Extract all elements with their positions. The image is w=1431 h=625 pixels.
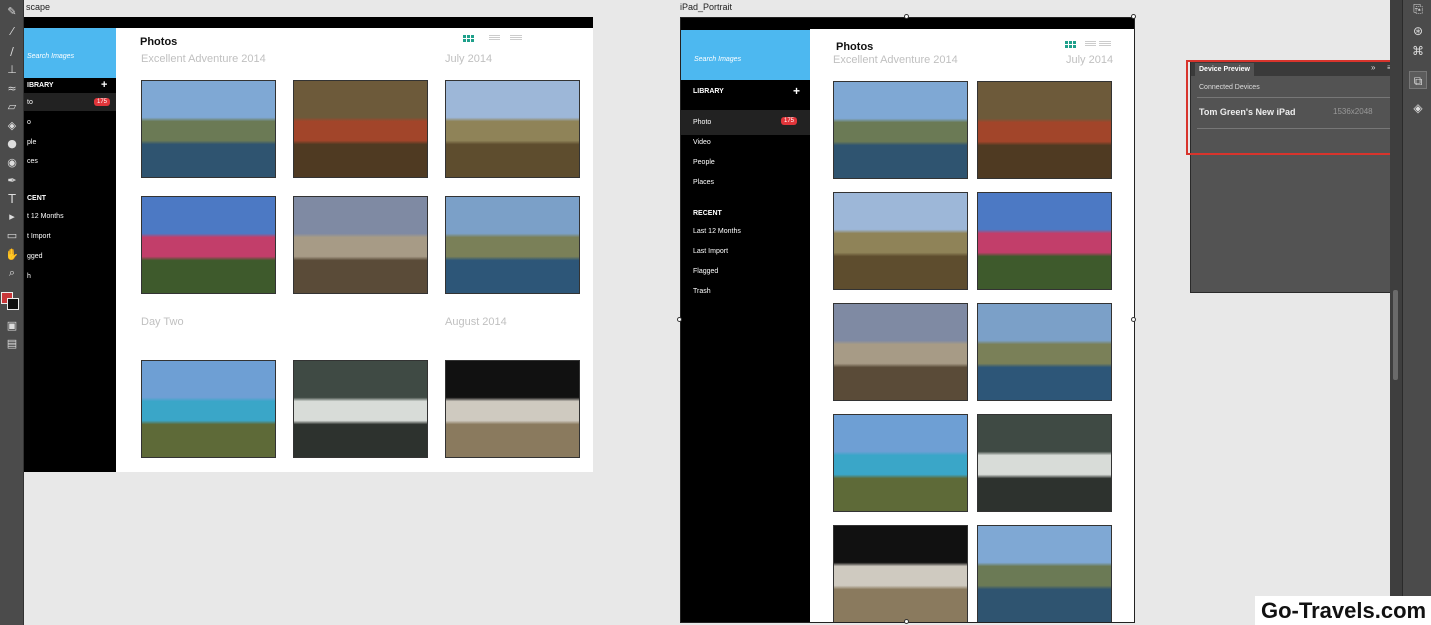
list-view-icon[interactable] bbox=[489, 35, 500, 40]
section-title-day-two: Day Two bbox=[141, 316, 184, 328]
photo-thumbnail[interactable] bbox=[445, 80, 580, 178]
photo-thumbnail[interactable] bbox=[445, 196, 580, 294]
list-view-icon[interactable] bbox=[1085, 41, 1096, 46]
photo-thumbnail[interactable] bbox=[833, 525, 968, 622]
photo-count-badge: 175 bbox=[781, 117, 798, 125]
screen-mode-icon[interactable]: ▤ bbox=[3, 336, 21, 352]
library-heading: IBRARY bbox=[27, 82, 54, 89]
stamp-tool-icon[interactable]: ⊥ bbox=[3, 62, 21, 78]
adjustments-panel-icon[interactable]: ⊛ bbox=[1409, 22, 1427, 40]
sidebar-item-people[interactable]: ple bbox=[27, 139, 36, 146]
pencil-tool-icon[interactable]: ∕ bbox=[3, 44, 21, 60]
sidebar-item-flagged[interactable]: Flagged bbox=[693, 268, 718, 275]
photo-thumbnail[interactable] bbox=[293, 80, 428, 178]
rectangle-tool-icon[interactable]: ▭ bbox=[3, 228, 21, 244]
section-title-july: July 2014 bbox=[1066, 54, 1114, 66]
status-bar bbox=[681, 18, 1134, 29]
photo-thumbnail[interactable] bbox=[141, 196, 276, 294]
tools-panel: ✎ ⁄ ∕ ⊥ ≈ ▱ ◈ ● ◉ ✒ T ▸ ▭ ✋ ⌕ ▣ ▤ bbox=[0, 0, 24, 625]
sidebar-item-last-import[interactable]: t Import bbox=[27, 233, 51, 240]
page-title: Photos bbox=[836, 41, 874, 53]
photo-thumbnail[interactable] bbox=[445, 360, 580, 458]
photo-thumbnail[interactable] bbox=[977, 414, 1112, 512]
section-title-august: August 2014 bbox=[445, 316, 507, 328]
photo-thumbnail[interactable] bbox=[293, 196, 428, 294]
blur-tool-icon[interactable]: ● bbox=[3, 136, 21, 152]
photo-thumbnail[interactable] bbox=[977, 81, 1112, 179]
quick-mask-icon[interactable]: ▣ bbox=[3, 318, 21, 334]
section-title-adventure: Excellent Adventure 2014 bbox=[141, 53, 266, 65]
photo-thumbnail[interactable] bbox=[293, 360, 428, 458]
scrollbar-thumb[interactable] bbox=[1393, 290, 1398, 380]
detail-view-icon[interactable] bbox=[510, 35, 522, 40]
photo-thumbnail[interactable] bbox=[141, 360, 276, 458]
watermark: Go-Travels.com bbox=[1255, 596, 1431, 625]
dodge-tool-icon[interactable]: ◉ bbox=[3, 155, 21, 171]
paint-bucket-tool-icon[interactable]: ◈ bbox=[3, 118, 21, 134]
sidebar-item-photo[interactable]: to bbox=[27, 99, 33, 106]
landscape-artboard[interactable]: Search Images IBRARY + to 175 o ple ces … bbox=[24, 17, 593, 472]
type-tool-icon[interactable]: T bbox=[3, 191, 21, 207]
library-heading: LIBRARY bbox=[693, 88, 724, 95]
sidebar-item-video[interactable]: o bbox=[27, 119, 31, 126]
landscape-artboard-label: scape bbox=[26, 2, 51, 12]
sidebar-item-last-import[interactable]: Last Import bbox=[693, 248, 728, 255]
background-color-swatch[interactable] bbox=[7, 298, 19, 310]
recent-heading: RECENT bbox=[693, 210, 722, 217]
status-bar bbox=[24, 17, 593, 28]
path-selection-tool-icon[interactable]: ▸ bbox=[3, 209, 21, 225]
sidebar-item-video[interactable]: Video bbox=[693, 139, 711, 146]
layers-panel-icon[interactable]: ◈ bbox=[1409, 99, 1427, 117]
selection-handle[interactable] bbox=[1131, 14, 1136, 19]
selection-handle[interactable] bbox=[904, 619, 909, 624]
photo-thumbnail[interactable] bbox=[141, 80, 276, 178]
history-brush-tool-icon[interactable]: ≈ bbox=[3, 81, 21, 97]
sidebar-item-last-12-months[interactable]: Last 12 Months bbox=[693, 228, 741, 235]
pen-tool-icon[interactable]: ✒ bbox=[3, 173, 21, 189]
portrait-artboard-label: iPad_Portrait bbox=[680, 2, 733, 12]
grid-view-icon[interactable] bbox=[463, 35, 474, 42]
sidebar-item-trash[interactable]: Trash bbox=[693, 288, 711, 295]
sidebar-item-photo[interactable]: Photo bbox=[693, 119, 711, 126]
portrait-artboard[interactable]: Search Images LIBRARY + Photo 175 Video … bbox=[680, 17, 1135, 623]
recent-heading: CENT bbox=[27, 195, 47, 202]
sidebar-item-places[interactable]: ces bbox=[27, 158, 38, 165]
add-library-icon[interactable]: + bbox=[793, 84, 800, 98]
selection-handle[interactable] bbox=[904, 14, 909, 19]
device-preview-panel-icon[interactable]: ⧉ bbox=[1409, 71, 1427, 89]
sidebar-item-people[interactable]: People bbox=[693, 159, 715, 166]
add-library-icon[interactable]: + bbox=[101, 79, 107, 91]
eyedropper-tool-icon[interactable]: ✎ bbox=[3, 4, 21, 20]
info-panel-icon[interactable]: ⎘ bbox=[1409, 0, 1427, 18]
panel-scrollbar[interactable] bbox=[1390, 0, 1402, 625]
hand-tool-icon[interactable]: ✋ bbox=[3, 247, 21, 263]
photo-thumbnail[interactable] bbox=[833, 81, 968, 179]
photo-thumbnail[interactable] bbox=[833, 303, 968, 401]
sidebar-item-trash[interactable]: h bbox=[27, 273, 31, 280]
search-field[interactable]: Search Images bbox=[681, 30, 810, 80]
search-field[interactable]: Search Images bbox=[24, 28, 116, 78]
panel-icon-strip: ⎘ ⊛ ⌘ ⧉ ◈ bbox=[1402, 0, 1431, 625]
section-title-july: July 2014 bbox=[445, 53, 493, 65]
eraser-tool-icon[interactable]: ▱ bbox=[3, 99, 21, 115]
brush-tool-icon[interactable]: ⁄ bbox=[3, 24, 21, 40]
sidebar-item-places[interactable]: Places bbox=[693, 179, 714, 186]
selection-handle[interactable] bbox=[1131, 317, 1136, 322]
photo-thumbnail[interactable] bbox=[833, 192, 968, 290]
photo-thumbnail[interactable] bbox=[977, 303, 1112, 401]
photo-thumbnail[interactable] bbox=[977, 525, 1112, 622]
detail-view-icon[interactable] bbox=[1099, 41, 1111, 46]
selection-handle[interactable] bbox=[677, 317, 682, 322]
paths-panel-icon[interactable]: ⌘ bbox=[1409, 42, 1427, 60]
section-title-adventure: Excellent Adventure 2014 bbox=[833, 54, 958, 66]
sidebar-item-last-12-months[interactable]: t 12 Months bbox=[27, 213, 64, 220]
grid-view-icon[interactable] bbox=[1065, 41, 1076, 48]
photo-count-badge: 175 bbox=[94, 98, 111, 106]
page-title: Photos bbox=[140, 36, 178, 48]
photo-thumbnail[interactable] bbox=[977, 192, 1112, 290]
zoom-tool-icon[interactable]: ⌕ bbox=[3, 265, 21, 281]
photo-thumbnail[interactable] bbox=[833, 414, 968, 512]
sidebar-item-flagged[interactable]: gged bbox=[27, 253, 43, 260]
